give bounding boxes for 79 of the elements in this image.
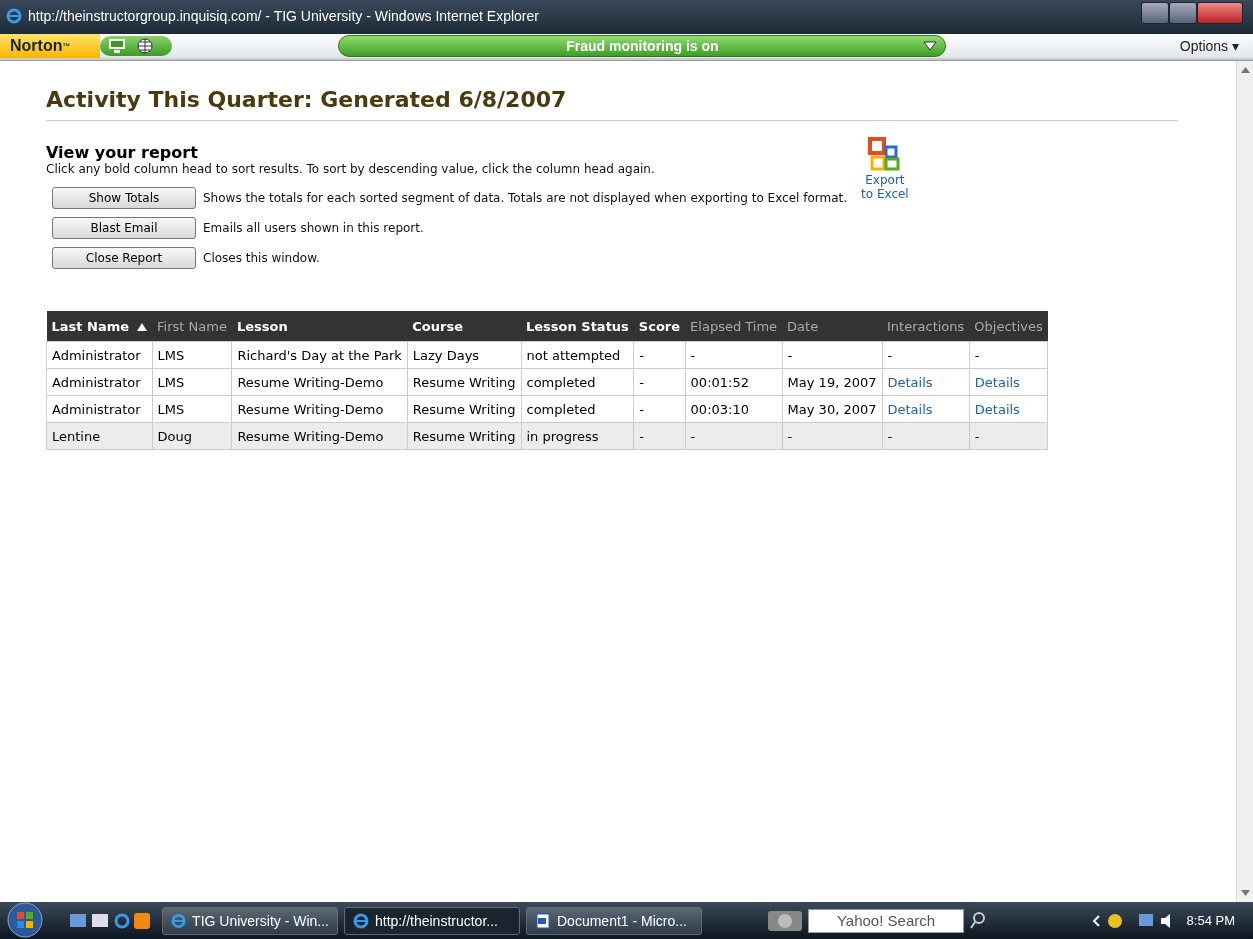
sort-ascending-icon [137,322,148,331]
scroll-down-icon[interactable] [1240,890,1250,896]
browser-icon [6,8,22,24]
table-cell: - [882,422,970,450]
action-button[interactable]: Blast Email [52,217,196,239]
table-cell: Richard's Day at the Park [231,341,408,369]
table-cell: completed [521,368,634,396]
browser-icon [353,912,369,929]
column-header[interactable]: Course [407,311,521,342]
table-cell: completed [521,395,634,423]
section-heading: View your report [46,143,199,162]
search-field[interactable]: Yahoo! Search [808,908,964,933]
table-cell: Administrator [46,395,153,423]
table-cell: LMS [152,395,232,423]
table-cell: - [685,341,783,369]
table-cell: Doug [152,422,232,450]
minimize-button[interactable] [1141,2,1169,24]
table-cell: - [969,422,1048,450]
office-icon [867,137,902,173]
action-description: Closes this window. [203,251,320,265]
table-cell: Lazy Days [407,341,521,369]
column-header[interactable]: Score [633,311,686,342]
document-icon [535,912,551,929]
table-cell: - [782,341,882,369]
details-link[interactable]: Details [887,401,933,417]
table-cell: LMS [152,368,232,396]
scroll-up-icon[interactable] [1240,67,1250,73]
column-header: Interactions [882,311,970,342]
table-cell: May 19, 2007 [782,368,882,396]
action-description: Emails all users shown in this report. [203,221,424,235]
column-header[interactable]: Last Name [46,311,153,342]
table-cell: not attempted [521,341,634,369]
table-cell: Administrator [46,368,153,396]
dropdown-icon [923,41,938,51]
taskbar-button[interactable]: http://theinstructor... [344,906,520,935]
column-header[interactable]: Lesson [231,311,408,342]
action-description: Shows the totals for each sorted segment of data. Totals are not displayed when exporting to Excel format. [203,191,848,205]
details-link[interactable]: Details [887,374,933,390]
action-button[interactable]: Close Report [52,247,196,269]
table-cell: Resume Writing-Demo [231,395,408,423]
monitor-icon[interactable] [108,38,127,54]
details-link[interactable]: Details [974,401,1020,417]
taskbar-button[interactable]: TIG University - Win... [162,906,338,935]
table-cell: in progress [521,422,634,450]
window-title: http://theinstructorgroup.inquisiq.com/ - TIG University - Windows Internet Explorer [28,8,539,24]
table-cell: LMS [152,341,232,369]
close-button[interactable] [1197,2,1243,24]
globe-icon[interactable] [136,37,155,55]
table-cell: May 30, 2007 [782,395,882,423]
table-cell: Lentine [46,422,153,450]
action-button[interactable]: Show Totals [52,187,196,209]
taskbar-button[interactable]: Document1 - Micro... [526,906,702,935]
search-icon[interactable] [970,911,986,930]
table-cell: - [882,341,970,369]
table-cell: Resume Writing [407,368,521,396]
table-cell: Administrator [46,341,153,369]
column-header: First Name [152,311,232,342]
table-cell: Resume Writing-Demo [231,368,408,396]
table-cell: Resume Writing [407,395,521,423]
column-header[interactable]: Lesson Status [521,311,634,342]
table-cell: 00:03:10 [685,395,783,423]
export-to-excel-link[interactable]: Export to Excel [861,137,909,269]
sort-hint: Click any bold column head to sort results. To sort by descending value, click the column head again. [46,162,656,176]
table-cell: - [782,422,882,450]
table-cell: - [633,341,686,369]
table-cell: 00:01:52 [685,368,783,396]
table-cell: - [685,422,783,450]
table-cell: - [969,341,1048,369]
table-cell: Resume Writing-Demo [231,422,408,450]
column-header: Objectives [969,311,1048,342]
clock: 8:54 PM [1186,913,1235,928]
browser-icon [171,912,187,929]
column-header: Elapsed Time [685,311,783,342]
maximize-button[interactable] [1169,2,1197,24]
table-cell: Resume Writing [407,422,521,450]
column-header: Date [782,311,882,342]
details-link[interactable]: Details [974,374,1020,390]
options-menu[interactable]: Options ▾ [1179,38,1239,54]
page-title: Activity This Quarter: Generated 6/8/2007 [46,87,1178,121]
